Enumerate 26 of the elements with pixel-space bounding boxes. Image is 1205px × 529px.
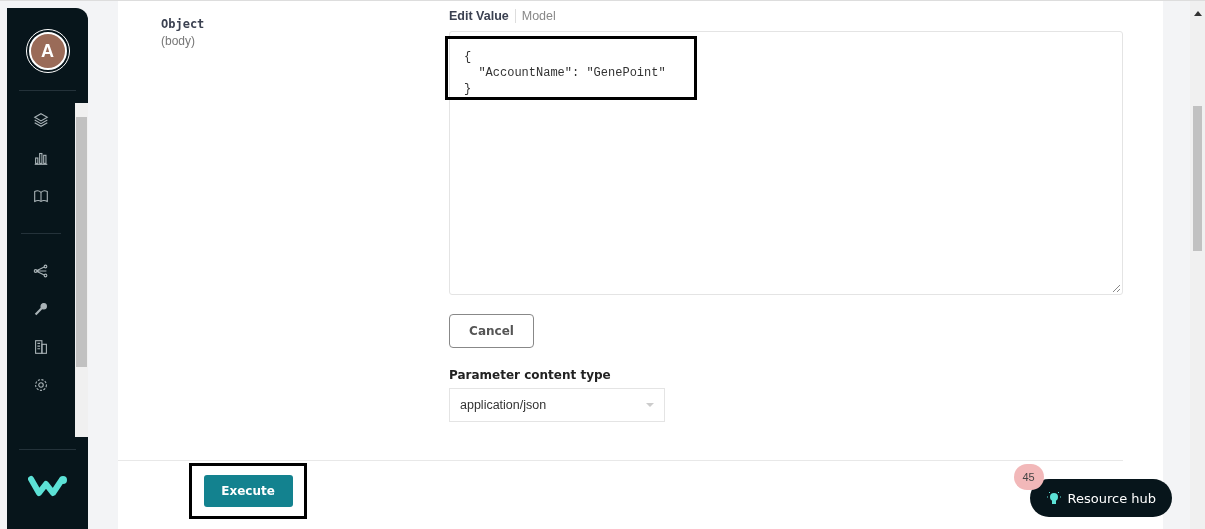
code-line: "AccountName": "GenePoint"	[477, 65, 667, 81]
scrollbar-track[interactable]	[75, 103, 88, 437]
layers-icon[interactable]	[32, 111, 50, 129]
building-icon[interactable]	[32, 338, 50, 356]
code-line: {	[464, 49, 473, 65]
cancel-button[interactable]: Cancel	[449, 314, 534, 348]
gear-icon[interactable]	[32, 376, 50, 394]
code-line: }	[464, 81, 473, 97]
parameter-type: Object	[161, 17, 206, 31]
scrollbar-track[interactable]	[1190, 1, 1205, 529]
field-label: Parameter content type	[449, 368, 612, 382]
book-icon[interactable]	[32, 187, 50, 205]
caret-icon	[646, 402, 654, 408]
scrollbar-thumb[interactable]	[1193, 106, 1202, 251]
parameter-location: (body)	[161, 34, 196, 48]
execute-button[interactable]: Execute	[203, 475, 293, 507]
resize-grip-icon[interactable]	[1112, 284, 1120, 292]
content-type-select[interactable]: application/json	[449, 388, 665, 422]
share-icon[interactable]	[32, 262, 50, 280]
scroll-up-icon[interactable]	[1193, 11, 1202, 16]
logo-icon[interactable]	[27, 474, 68, 498]
lightbulb-icon	[1045, 490, 1062, 506]
tab[interactable]: Model	[521, 9, 562, 23]
scrollbar-thumb[interactable]	[76, 117, 87, 367]
avatar[interactable]: A	[28, 32, 67, 70]
tab[interactable]: Edit Value	[449, 9, 516, 23]
